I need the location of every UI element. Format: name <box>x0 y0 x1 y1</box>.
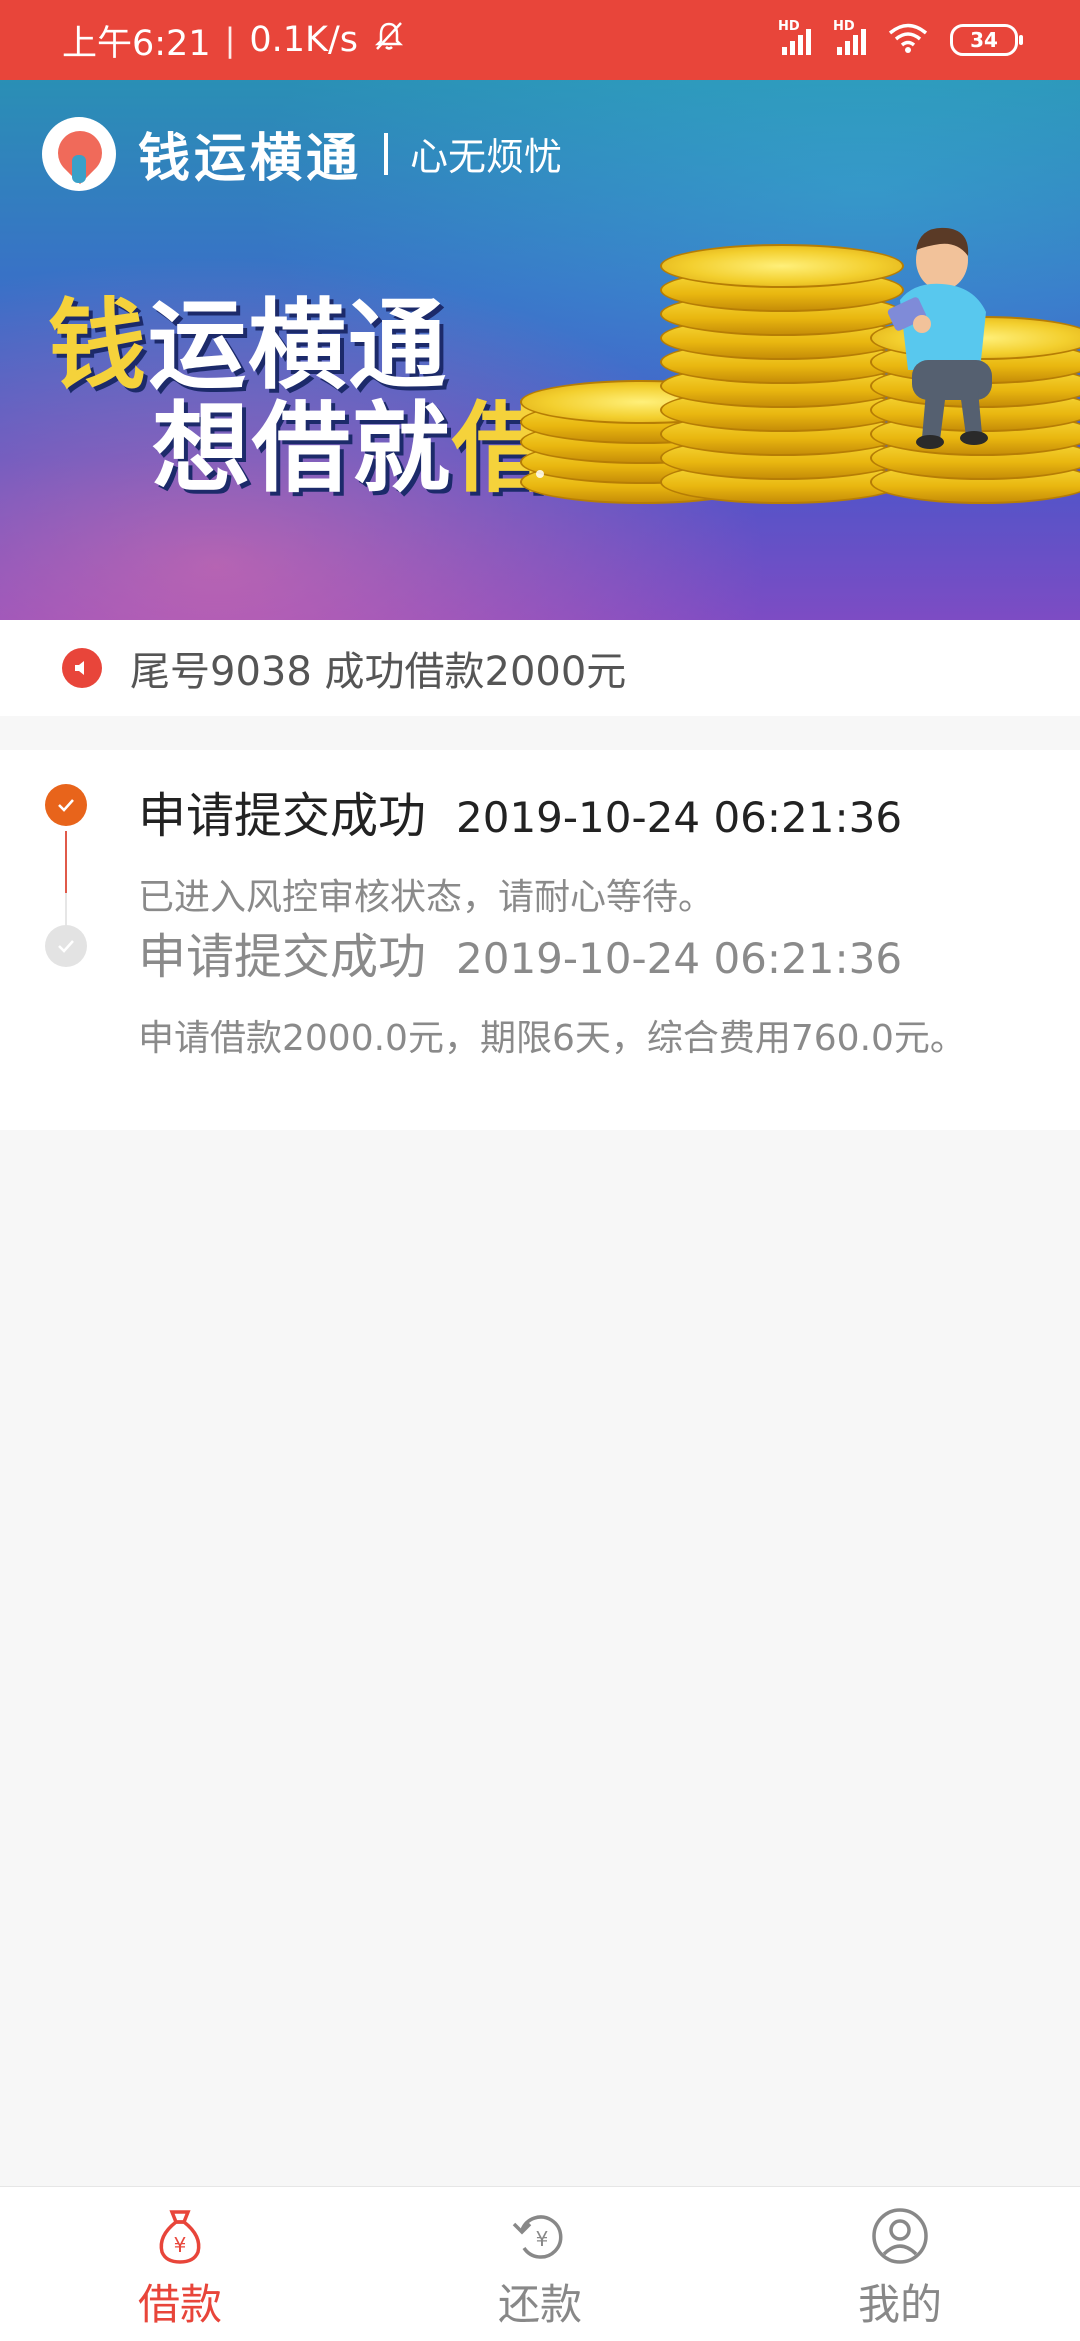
repay-icon: ¥ <box>509 2205 571 2267</box>
nav-label-borrow: 借款 <box>137 2280 222 2329</box>
brand-logo-row: 钱运横通 心无烦忧 <box>42 116 562 191</box>
headline-char-qian: 钱 <box>48 289 149 403</box>
logo-divider <box>384 132 389 175</box>
timeline-connector-active <box>65 831 67 893</box>
nav-item-mine[interactable]: 我的 <box>720 2187 1080 2341</box>
status-bar: 上午6:21 | 0.1K/s HD HD 34 <box>0 0 1080 80</box>
banner-headline: 钱运横通 想借就借 <box>48 295 552 501</box>
status-separator: | <box>224 21 236 59</box>
brand-name: 钱运横通 <box>138 129 363 189</box>
coin-stack-illustration-2 <box>660 210 904 504</box>
nav-item-borrow[interactable]: ¥ 借款 <box>0 2187 360 2341</box>
money-bag-icon: ¥ <box>149 2205 211 2267</box>
application-timeline: 申请提交成功 2019-10-24 06:21:36 已进入风控审核状态，请耐心… <box>0 750 1080 1130</box>
signal-icon: HD <box>778 19 811 55</box>
headline-line2: 想借就 <box>152 391 453 506</box>
nav-label-repay: 还款 <box>497 2280 582 2329</box>
notice-bar: 尾号9038 成功借款2000元 <box>0 620 1080 716</box>
person-illustration <box>887 227 992 449</box>
nav-item-repay[interactable]: ¥ 还款 <box>360 2187 720 2341</box>
battery-level: 34 <box>970 28 998 52</box>
carousel-indicator <box>536 470 544 478</box>
svg-text:¥: ¥ <box>536 2227 549 2251</box>
headline-line1: 运横通 <box>148 289 449 403</box>
brand-slogan: 心无烦忧 <box>410 135 563 179</box>
timeline-title: 申请提交成功 <box>138 929 427 985</box>
wifi-icon <box>888 22 928 58</box>
bottom-navigation: ¥ 借款 ¥ 还款 我的 <box>0 2186 1080 2341</box>
notice-text: 尾号9038 成功借款2000元 <box>130 649 627 695</box>
check-circle-icon <box>45 784 87 826</box>
brand-logo-icon <box>42 116 116 191</box>
timeline-description: 申请借款2000.0元，期限6天，综合费用760.0元。 <box>138 1018 966 1059</box>
status-time: 上午6:21 <box>62 23 211 64</box>
timeline-title: 申请提交成功 <box>138 788 427 844</box>
timeline-time: 2019-10-24 06:21:36 <box>456 793 903 842</box>
mute-bell-icon <box>372 19 406 62</box>
nav-label-mine: 我的 <box>857 2280 942 2329</box>
status-network-speed: 0.1K/s <box>249 20 359 60</box>
promo-banner[interactable]: 钱运横通 心无烦忧 钱运横通 想借就借 <box>0 80 1080 620</box>
battery-icon: 34 <box>950 24 1023 56</box>
speaker-icon <box>62 648 102 688</box>
svg-text:¥: ¥ <box>174 2233 187 2257</box>
timeline-description: 已进入风控审核状态，请耐心等待。 <box>138 877 715 918</box>
timeline-time: 2019-10-24 06:21:36 <box>456 934 903 983</box>
check-circle-icon <box>45 925 87 967</box>
user-icon <box>869 2205 931 2267</box>
signal-icon-2: HD <box>833 19 866 55</box>
